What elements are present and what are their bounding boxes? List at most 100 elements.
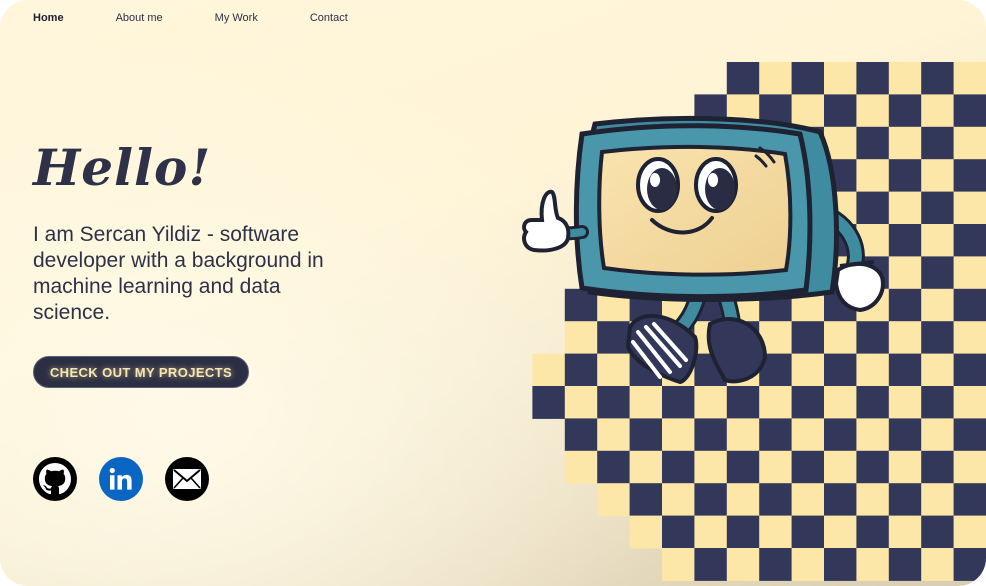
checker-square	[953, 191, 986, 225]
checker-square	[759, 483, 793, 517]
social-links	[33, 457, 231, 501]
checker-square	[791, 418, 825, 452]
checker-square	[921, 483, 955, 517]
checker-square	[629, 515, 663, 549]
checker-square	[791, 548, 825, 581]
checker-square	[888, 126, 922, 160]
checker-square	[629, 450, 663, 484]
checker-square	[921, 159, 955, 193]
checker-square	[726, 548, 760, 581]
checker-square	[662, 515, 695, 549]
checker-square	[726, 62, 760, 95]
checker-square	[759, 548, 793, 581]
checker-square	[791, 483, 825, 517]
nav-my-work[interactable]: My Work	[215, 12, 258, 24]
checker-square	[629, 386, 663, 419]
checker-square	[824, 62, 857, 95]
checker-square	[953, 62, 986, 95]
nav-about-me[interactable]: About me	[116, 12, 163, 24]
checker-square	[921, 353, 955, 387]
checker-square	[921, 62, 955, 95]
checker-square	[921, 386, 955, 419]
checker-square	[953, 548, 986, 581]
checker-square	[856, 159, 890, 193]
checker-square	[888, 62, 922, 95]
checker-square	[564, 353, 598, 387]
checker-square	[791, 62, 825, 95]
checker-square	[953, 418, 986, 452]
checker-square	[856, 94, 890, 128]
checker-square	[564, 386, 598, 419]
greeting-heading: Hello!	[33, 138, 212, 197]
checker-square	[888, 418, 922, 452]
checker-square	[921, 321, 955, 355]
mail-icon	[173, 469, 201, 489]
checker-square	[726, 386, 760, 419]
checker-square	[694, 483, 728, 517]
checker-square	[694, 418, 728, 452]
linkedin-icon	[109, 467, 132, 490]
checker-square	[856, 321, 890, 355]
checker-square	[532, 386, 566, 419]
top-nav: Home About me My Work Contact	[33, 11, 400, 25]
nav-home[interactable]: Home	[33, 12, 64, 24]
checker-square	[888, 159, 922, 193]
checker-square	[953, 450, 986, 484]
retro-computer-illustration	[522, 62, 986, 581]
github-link[interactable]	[33, 457, 77, 501]
checker-square	[759, 62, 793, 95]
checker-square	[921, 515, 955, 549]
checker-square	[856, 418, 890, 452]
checker-square	[888, 548, 922, 581]
checker-square	[791, 94, 825, 128]
checker-square	[726, 418, 760, 452]
checker-square	[888, 256, 922, 290]
page: Home About me My Work Contact Hello! I a…	[0, 0, 986, 586]
github-icon	[39, 463, 71, 495]
checker-square	[759, 418, 793, 452]
checker-square	[921, 224, 955, 257]
checker-square	[759, 515, 793, 549]
check-out-projects-button[interactable]: CHECK OUT MY PROJECTS	[33, 356, 249, 388]
checker-square	[564, 321, 598, 355]
checker-square	[953, 483, 986, 517]
checker-square	[921, 288, 955, 322]
checker-square	[953, 386, 986, 419]
checker-square	[726, 483, 760, 517]
checker-square	[888, 353, 922, 387]
checker-square	[532, 353, 566, 387]
checker-square	[629, 418, 663, 452]
intro-text: I am Sercan Yildiz - software developer …	[33, 223, 324, 324]
checker-square	[921, 548, 955, 581]
checker-square	[953, 94, 986, 128]
checker-square	[824, 483, 857, 517]
checker-square	[824, 321, 857, 355]
checker-square	[921, 126, 955, 160]
checker-square	[662, 483, 695, 517]
checker-square	[662, 386, 695, 419]
nav-contact[interactable]: Contact	[310, 12, 348, 24]
checker-square	[824, 418, 857, 452]
checker-square	[856, 548, 890, 581]
checker-square	[888, 224, 922, 257]
checker-square	[597, 450, 631, 484]
checker-square	[824, 353, 857, 387]
checker-square	[662, 548, 695, 581]
checker-square	[564, 418, 598, 452]
checker-square	[888, 94, 922, 128]
email-link[interactable]	[165, 457, 209, 501]
checker-square	[824, 94, 857, 128]
checker-square	[694, 548, 728, 581]
checker-square	[953, 353, 986, 387]
checker-square	[921, 450, 955, 484]
checker-square	[953, 224, 986, 257]
checker-square	[953, 321, 986, 355]
checker-square	[856, 386, 890, 419]
checker-square	[953, 159, 986, 193]
linkedin-link[interactable]	[99, 457, 143, 501]
checker-square	[791, 450, 825, 484]
checker-square	[597, 321, 631, 355]
checker-square	[921, 418, 955, 452]
checker-square	[953, 256, 986, 290]
checker-square	[953, 126, 986, 160]
